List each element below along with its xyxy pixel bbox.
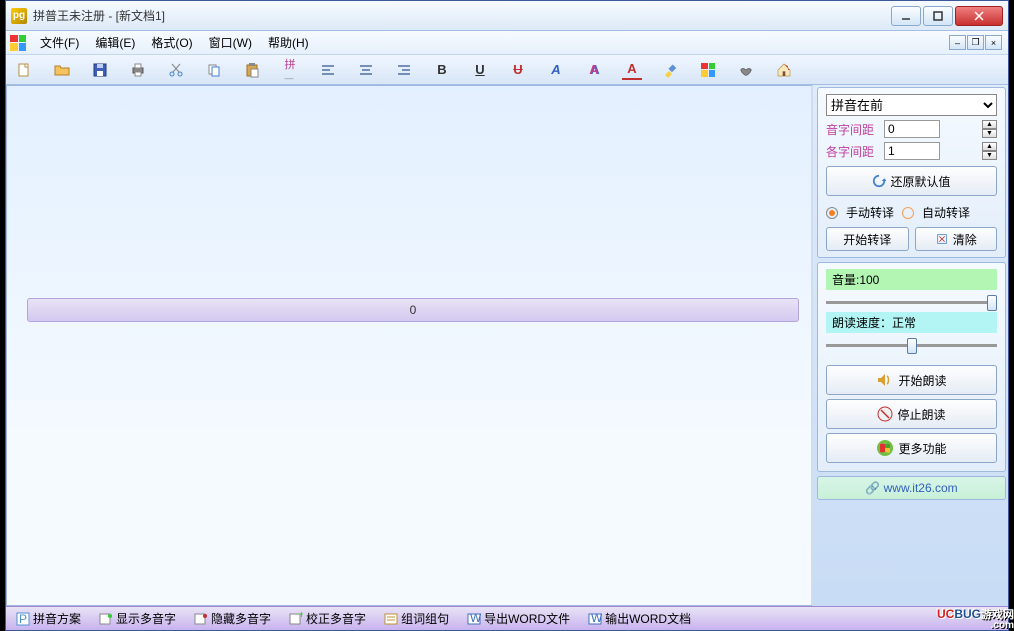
refresh-icon — [872, 174, 886, 188]
strike-icon[interactable]: U — [508, 60, 528, 80]
speaker-icon — [876, 371, 894, 389]
home-icon[interactable] — [774, 60, 794, 80]
show-polyphone-button[interactable]: 显示多音字 — [95, 608, 180, 629]
start-translate-button[interactable]: 开始转译 — [826, 227, 909, 251]
speed-label: 朗读速度：正常 — [826, 312, 997, 333]
menu-format[interactable]: 格式(O) — [143, 31, 200, 54]
clear-icon — [935, 232, 949, 246]
svg-text:P: P — [19, 612, 27, 626]
bottom-bar: P拼音方案 显示多音字 隐藏多音字 +校正多音字 组词组句 W导出WORD文件 … — [6, 606, 1008, 630]
workspace: 0 拼音在前 音字间距 ▲▼ 各字间距 ▲▼ — [6, 85, 1008, 606]
svg-text:+: + — [298, 612, 303, 621]
speed-slider[interactable] — [826, 335, 997, 355]
pinyin-settings-panel: 拼音在前 音字间距 ▲▼ 各字间距 ▲▼ 还原默认值 — [817, 87, 1006, 258]
handshake-icon[interactable] — [736, 60, 756, 80]
yin-spacing-input[interactable] — [884, 120, 940, 138]
menu-file[interactable]: 文件(F) — [32, 31, 87, 54]
yin-spacing-spinner[interactable]: ▲▼ — [982, 120, 997, 138]
website-link[interactable]: www.it26.com — [884, 481, 958, 495]
start-read-button[interactable]: 开始朗读 — [826, 365, 997, 395]
italic-icon[interactable]: A — [546, 60, 566, 80]
highlight-icon[interactable] — [660, 60, 680, 80]
ge-spacing-label: 各字间距 — [826, 143, 880, 160]
save-icon[interactable] — [90, 60, 110, 80]
website-panel: 🔗 www.it26.com — [817, 476, 1006, 500]
word-sentence-button[interactable]: 组词组句 — [380, 608, 453, 629]
copy-icon[interactable] — [204, 60, 224, 80]
hide-polyphone-button[interactable]: 隐藏多音字 — [190, 608, 275, 629]
auto-translate-radio[interactable] — [902, 207, 914, 219]
correct-polyphone-button[interactable]: +校正多音字 — [285, 608, 370, 629]
bold-icon[interactable]: B — [432, 60, 452, 80]
volume-label: 音量:100 — [826, 269, 997, 290]
menu-edit[interactable]: 编辑(E) — [87, 31, 143, 54]
svg-text:W: W — [591, 612, 602, 625]
toolbar: 拼— B U U A A A — [6, 55, 1008, 85]
mdi-child-controls: – ❐ × — [949, 35, 1002, 50]
clear-button[interactable]: 清除 — [915, 227, 998, 251]
align-left-icon[interactable] — [318, 60, 338, 80]
open-folder-icon[interactable] — [52, 60, 72, 80]
underline-icon[interactable]: U — [470, 60, 490, 80]
more-functions-button[interactable]: 更多功能 — [826, 433, 997, 463]
pinyin-scheme-button[interactable]: P拼音方案 — [12, 608, 85, 629]
restore-default-button[interactable]: 还原默认值 — [826, 166, 997, 196]
child-close-button[interactable]: × — [985, 35, 1002, 50]
stop-read-button[interactable]: 停止朗读 — [826, 399, 997, 429]
main-window: pg 拼普王未注册 - [新文档1] 文件(F) 编辑(E) 格式(O) 窗口(… — [5, 0, 1009, 631]
menu-help[interactable]: 帮助(H) — [260, 31, 317, 54]
window-title: 拼普王未注册 - [新文档1] — [33, 7, 165, 24]
windows-icon — [876, 439, 894, 457]
minimize-button[interactable] — [891, 6, 921, 26]
menubar: 文件(F) 编辑(E) 格式(O) 窗口(W) 帮助(H) – ❐ × — [6, 31, 1008, 55]
pinyin-mode-select[interactable]: 拼音在前 — [826, 94, 997, 116]
export-word-doc-button[interactable]: W输出WORD文档 — [584, 608, 695, 629]
globe-icon: 🔗 — [865, 481, 880, 495]
side-panel: 拼音在前 音字间距 ▲▼ 各字间距 ▲▼ 还原默认值 — [813, 85, 1008, 606]
paste-icon[interactable] — [242, 60, 262, 80]
editor-pinyin-row: 0 — [27, 298, 799, 322]
audio-panel: 音量:100 朗读速度：正常 开始朗读 停止朗读 — [817, 262, 1006, 472]
manual-translate-radio[interactable] — [826, 207, 838, 219]
font-color-icon[interactable]: A — [622, 60, 642, 80]
app-icon: pg — [11, 8, 27, 24]
font-outline-icon[interactable]: A — [584, 60, 604, 80]
titlebar: pg 拼普王未注册 - [新文档1] — [6, 1, 1008, 31]
cut-icon[interactable] — [166, 60, 186, 80]
ge-spacing-spinner[interactable]: ▲▼ — [982, 142, 997, 160]
editor-area[interactable]: 0 — [6, 85, 813, 606]
app-grid-icon — [10, 35, 26, 51]
align-right-icon[interactable] — [394, 60, 414, 80]
print-icon[interactable] — [128, 60, 148, 80]
window-controls — [891, 6, 1003, 26]
align-center-icon[interactable] — [356, 60, 376, 80]
translate-mode-radios: 手动转译 自动转译 — [826, 204, 997, 221]
new-file-icon[interactable] — [14, 60, 34, 80]
yin-spacing-label: 音字间距 — [826, 121, 880, 138]
child-minimize-button[interactable]: – — [949, 35, 966, 50]
menu-window[interactable]: 窗口(W) — [201, 31, 260, 54]
color-grid-icon[interactable] — [698, 60, 718, 80]
close-button[interactable] — [955, 6, 1003, 26]
pinyin-mark-icon[interactable]: 拼— — [280, 60, 300, 80]
ge-spacing-input[interactable] — [884, 142, 940, 160]
child-restore-button[interactable]: ❐ — [967, 35, 984, 50]
maximize-button[interactable] — [923, 6, 953, 26]
svg-text:W: W — [470, 612, 481, 625]
volume-slider[interactable] — [826, 292, 997, 312]
stop-icon — [877, 406, 893, 422]
editor-row-value: 0 — [410, 303, 417, 317]
export-word-file-button[interactable]: W导出WORD文件 — [463, 608, 574, 629]
